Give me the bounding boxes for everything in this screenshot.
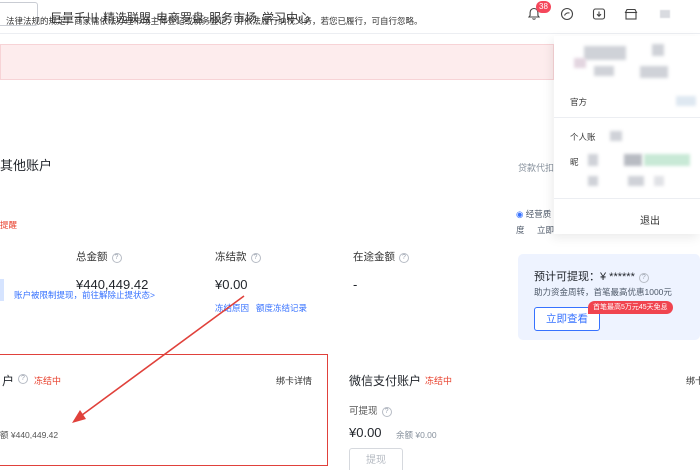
- annotation-arrow-icon: [72, 295, 245, 423]
